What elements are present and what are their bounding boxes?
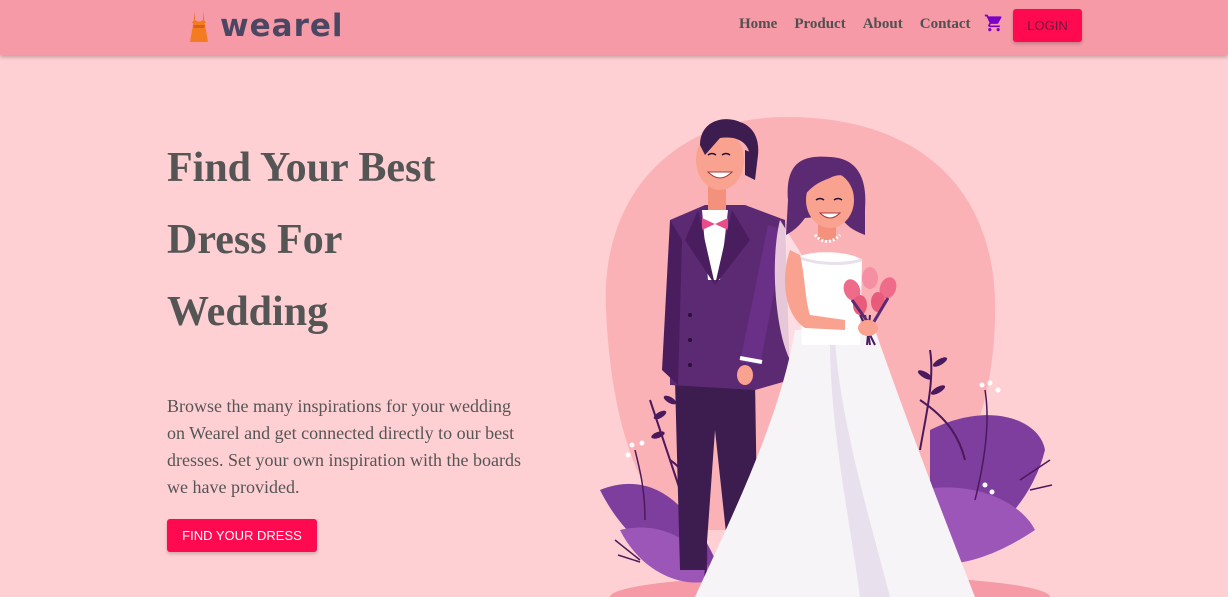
shopping-cart-icon[interactable] — [984, 13, 1004, 33]
hero-description: Browse the many inspirations for your we… — [167, 396, 521, 497]
nav-product[interactable]: Product — [794, 16, 845, 33]
brand-name: wearel — [220, 8, 344, 44]
find-your-dress-button[interactable]: FIND YOUR DRESS — [167, 519, 317, 552]
hero-title-line: Dress For — [167, 217, 343, 263]
hero-title-line: Find Your Best — [167, 145, 436, 191]
nav-links: Home Product About Contact — [739, 16, 988, 33]
dress-icon — [190, 11, 208, 42]
nav-about[interactable]: About — [863, 16, 903, 33]
wedding-couple-illustration — [600, 116, 1053, 597]
hero-title: Find Your Best Dress For Wedding — [167, 132, 527, 348]
navbar: wearel Home Product About Contact LOGIN — [0, 0, 1228, 55]
nav-contact[interactable]: Contact — [920, 16, 971, 33]
nav-home[interactable]: Home — [739, 16, 777, 33]
login-button[interactable]: LOGIN — [1013, 9, 1082, 42]
hero-title-line: Wedding — [167, 289, 329, 335]
logo[interactable]: wearel — [188, 8, 344, 44]
